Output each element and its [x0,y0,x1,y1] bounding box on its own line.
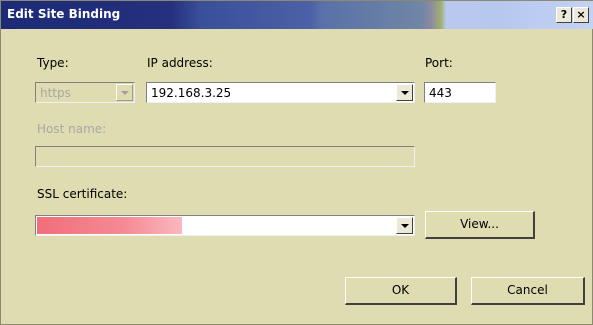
ok-button[interactable]: OK [345,277,457,305]
type-select: https [35,82,135,103]
ip-address-select[interactable]: 192.168.3.25 [146,82,415,103]
type-label: Type: [37,56,69,70]
type-value: https [40,86,71,100]
title-bar[interactable]: Edit Site Binding ? × [1,1,593,29]
port-input[interactable]: 443 [424,82,496,103]
edit-site-binding-dialog: Edit Site Binding ? × Type: https IP add… [0,0,593,325]
ip-address-value: 192.168.3.25 [151,86,232,100]
chevron-down-icon [121,91,129,95]
ssl-certificate-label: SSL certificate: [37,187,128,201]
ssl-certificate-dropdown-button[interactable] [396,217,413,234]
ip-address-label: IP address: [147,56,213,70]
ip-address-dropdown-button[interactable] [396,84,413,101]
type-dropdown-button [116,84,133,101]
cancel-button[interactable]: Cancel [471,277,585,305]
host-name-input [35,146,415,167]
host-name-label: Host name: [37,122,107,136]
redacted-region [37,217,182,234]
chevron-down-icon [401,224,409,228]
port-label: Port: [425,56,453,70]
chevron-down-icon [401,91,409,95]
help-button[interactable]: ? [556,7,572,23]
view-button[interactable]: View... [425,211,535,239]
close-button[interactable]: × [573,7,589,23]
dialog-title: Edit Site Binding [7,7,121,21]
ssl-certificate-select[interactable] [35,215,415,236]
